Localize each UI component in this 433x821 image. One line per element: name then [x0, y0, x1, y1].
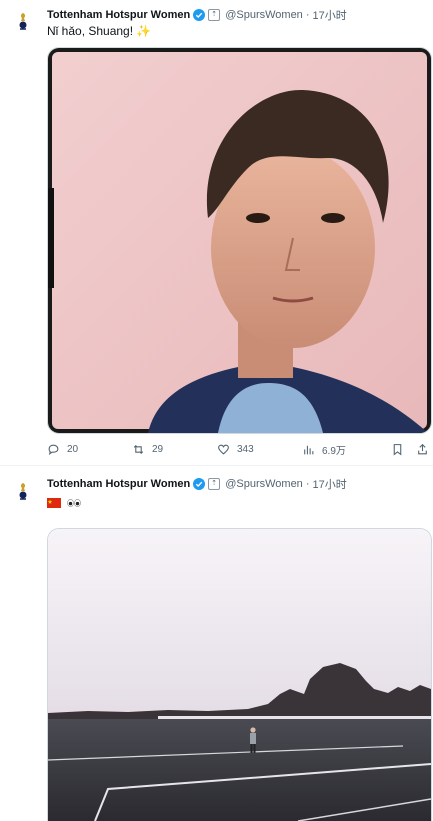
video-thumbnail [48, 529, 431, 821]
retweet-icon [133, 444, 144, 454]
views-icon [304, 445, 314, 454]
spurs-logo-icon[interactable] [12, 480, 34, 502]
retweet-count: 29 [152, 443, 164, 455]
affiliate-badge-icon[interactable]: ⇡ [208, 478, 221, 490]
tweet-header: Tottenham Hotspur Women ⇡ @SpursWomen · … [47, 6, 425, 24]
tweet-header: Tottenham Hotspur Women ⇡ @SpursWomen · … [47, 475, 425, 493]
verified-icon [193, 478, 206, 490]
like-icon [218, 444, 229, 455]
tweet[interactable]: Tottenham Hotspur Women ⇡ @SpursWomen · … [0, 466, 433, 821]
author-name[interactable]: Tottenham Hotspur Women [47, 478, 190, 490]
video-player[interactable] [47, 47, 432, 434]
tweet-text [47, 495, 82, 509]
reply-icon [48, 444, 59, 455]
china-flag-icon [47, 497, 61, 508]
views-button[interactable]: 6.9万 [302, 442, 387, 457]
like-count: 343 [237, 443, 254, 455]
views-count: 6.9万 [322, 445, 346, 457]
bookmark-icon[interactable] [391, 443, 404, 456]
tweet-actions: 20 29 343 6.9万 [47, 440, 430, 458]
tweet[interactable]: Tottenham Hotspur Women ⇡ @SpursWomen · … [0, 0, 433, 466]
verified-icon [193, 9, 206, 21]
reply-button[interactable]: 20 [47, 443, 132, 456]
video-thumbnail [48, 48, 431, 433]
like-button[interactable]: 343 [217, 443, 302, 456]
separator: · [305, 478, 310, 490]
share-icon[interactable] [416, 443, 429, 456]
affiliate-badge-icon[interactable]: ⇡ [208, 9, 221, 21]
tweet-text: Nǐ hǎo, Shuang! ✨ [47, 24, 152, 38]
reply-count: 20 [67, 443, 79, 455]
timestamp[interactable]: 17小时 [312, 7, 346, 23]
eyes-emoji-icon [67, 498, 82, 507]
spurs-logo-icon[interactable] [12, 10, 34, 32]
author-handle[interactable]: @SpursWomen [225, 478, 303, 490]
retweet-button[interactable]: 29 [132, 443, 217, 456]
author-name[interactable]: Tottenham Hotspur Women [47, 9, 190, 21]
video-player[interactable] [47, 528, 432, 821]
author-handle[interactable]: @SpursWomen [225, 9, 303, 21]
separator: · [305, 9, 310, 21]
timestamp[interactable]: 17小时 [312, 476, 346, 492]
